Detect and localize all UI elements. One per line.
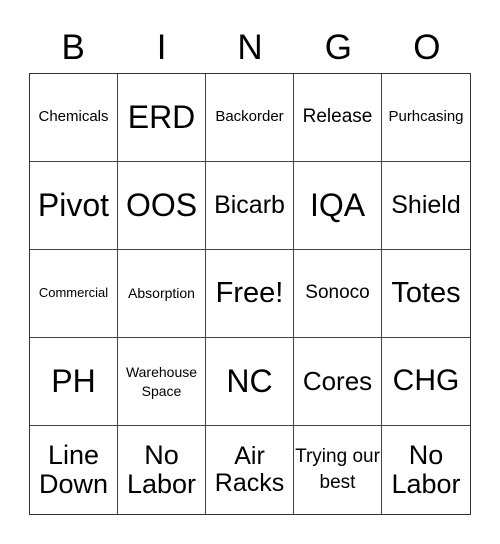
- bingo-cell[interactable]: OOS: [118, 162, 206, 250]
- bingo-header: B I N G O: [29, 26, 471, 70]
- bingo-cell[interactable]: No Labor: [382, 426, 470, 514]
- bingo-cell[interactable]: Backorder: [206, 74, 294, 162]
- bingo-cell[interactable]: Totes: [382, 250, 470, 338]
- header-letter-i: I: [156, 28, 167, 67]
- bingo-cell[interactable]: Warehouse Space: [118, 338, 206, 426]
- header-letter-o: O: [413, 28, 441, 67]
- bingo-cell[interactable]: Purhcasing: [382, 74, 470, 162]
- bingo-cell[interactable]: No Labor: [118, 426, 206, 514]
- bingo-cell[interactable]: Release: [294, 74, 382, 162]
- bingo-card-grid: Chemicals ERD Backorder Release Purhcasi…: [29, 73, 471, 515]
- bingo-cell[interactable]: NC: [206, 338, 294, 426]
- bingo-cell[interactable]: ERD: [118, 74, 206, 162]
- bingo-cell[interactable]: CHG: [382, 338, 470, 426]
- bingo-cell[interactable]: Shield: [382, 162, 470, 250]
- header-letter-g: G: [324, 28, 353, 67]
- bingo-cell[interactable]: Chemicals: [30, 74, 118, 162]
- bingo-cell[interactable]: Air Racks: [206, 426, 294, 514]
- header-letter-n: N: [237, 28, 263, 67]
- header-letter-b: B: [61, 28, 85, 67]
- free-space-cell[interactable]: Free!: [206, 250, 294, 338]
- bingo-cell[interactable]: Line Down: [30, 426, 118, 514]
- bingo-cell[interactable]: PH: [30, 338, 118, 426]
- bingo-cell[interactable]: Trying our best: [294, 426, 382, 514]
- bingo-cell[interactable]: Cores: [294, 338, 382, 426]
- bingo-cell[interactable]: Bicarb: [206, 162, 294, 250]
- bingo-cell[interactable]: Pivot: [30, 162, 118, 250]
- bingo-cell[interactable]: Absorption: [118, 250, 206, 338]
- bingo-cell[interactable]: Commercial: [30, 250, 118, 338]
- bingo-cell[interactable]: Sonoco: [294, 250, 382, 338]
- bingo-cell[interactable]: IQA: [294, 162, 382, 250]
